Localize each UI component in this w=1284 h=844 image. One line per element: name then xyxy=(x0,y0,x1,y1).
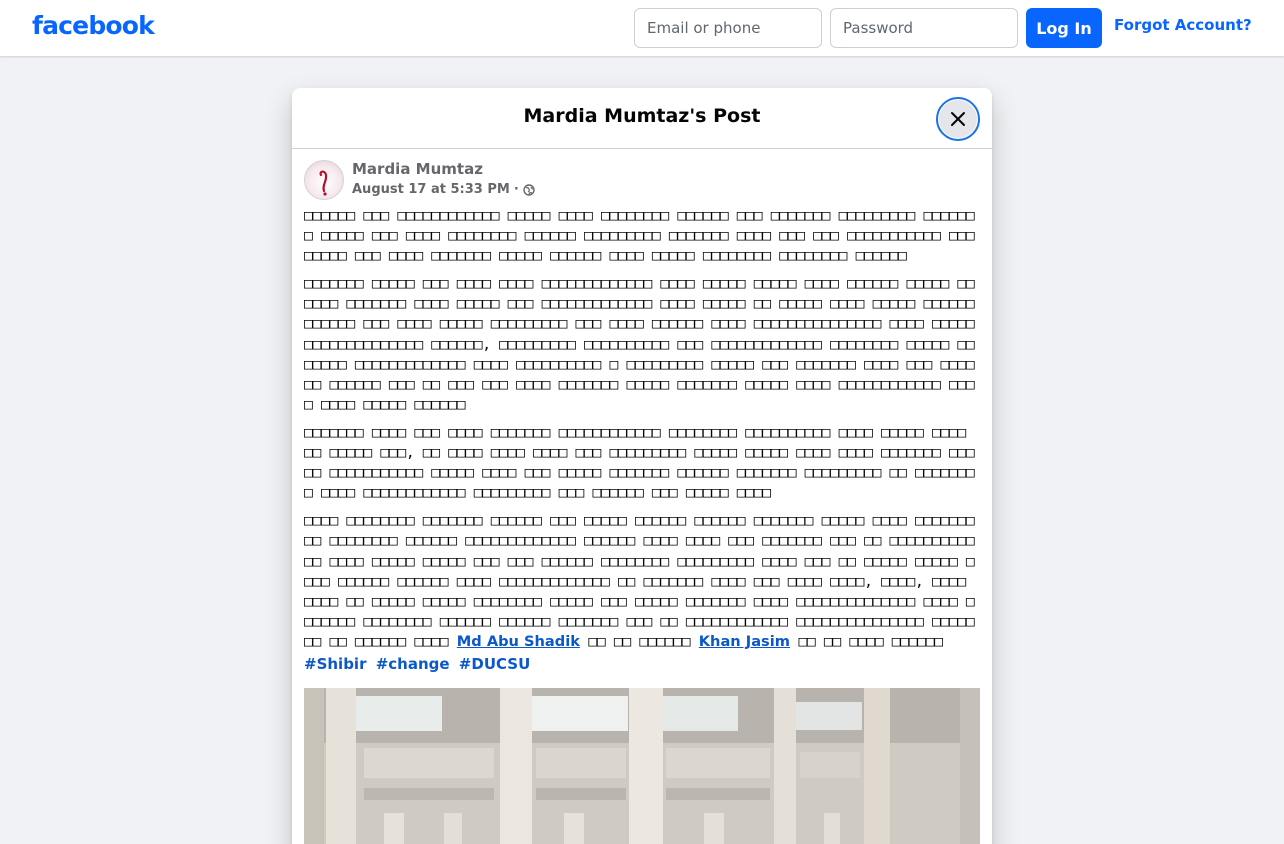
mention-link[interactable]: Md Abu Shadik xyxy=(457,633,580,650)
email-or-phone-input[interactable] xyxy=(634,8,822,48)
close-dialog-button[interactable] xyxy=(936,97,980,141)
post-meta: August 17 at 5:33 PM · xyxy=(352,182,535,197)
dialog-header: Mardia Mumtaz's Post xyxy=(292,88,992,149)
top-navigation-bar: facebook Log In Forgot Account? xyxy=(0,0,1284,56)
meta-separator: · xyxy=(513,182,519,197)
hashtag-link[interactable]: #Shibir xyxy=(304,655,366,673)
mention-link[interactable]: Khan Jasim xyxy=(699,633,790,650)
mention-trailing-text: □□ □□ □□□□ □□□□□□ xyxy=(789,632,943,650)
post-paragraph: □□□□□□ □□□ □□□□□□□□□□□□ □□□□□ □□□□ □□□□□… xyxy=(304,207,975,265)
post-photo[interactable] xyxy=(304,688,980,844)
hashtag-link[interactable]: #DUCSU xyxy=(459,655,530,673)
post-paragraph: □□□□□□□ □□□□□ □□□ □□□□ □□□□ □□□□□□□□□□□□… xyxy=(304,275,975,413)
password-input[interactable] xyxy=(830,8,1018,48)
building-photo xyxy=(304,688,980,844)
post-paragraph: □□□□□□□ □□□□ □□□ □□□□ □□□□□□□ □□□□□□□□□□… xyxy=(304,423,975,502)
hashtag-link[interactable]: #change xyxy=(376,655,450,673)
author-avatar[interactable] xyxy=(304,160,344,200)
post-body: □□□□□□ □□□ □□□□□□□□□□□□ □□□□□ □□□□ □□□□□… xyxy=(304,206,982,660)
post-paragraph-with-mentions: □□□□ □□□□□□□□ □□□□□□□ □□□□□□ □□□ □□□□□ □… xyxy=(304,511,982,652)
post-author-name[interactable]: Mardia Mumtaz xyxy=(352,160,483,178)
post-paragraph-text: □□□□ □□□□□□□□ □□□□□□□ □□□□□□ □□□ □□□□□ □… xyxy=(304,512,975,650)
login-button[interactable]: Log In xyxy=(1026,8,1102,48)
mention-connector-text: □□ □□ □□□□□□ xyxy=(579,632,699,650)
facebook-logo[interactable]: facebook xyxy=(32,11,155,40)
globe-icon xyxy=(523,183,535,196)
forgot-account-link[interactable]: Forgot Account? xyxy=(1114,16,1252,34)
post-timestamp[interactable]: August 17 at 5:33 PM xyxy=(352,182,510,197)
post-dialog: Mardia Mumtaz's Post Mardia Mumtaz Augus… xyxy=(292,88,992,844)
hashtag-list: #Shibir #change #DUCSU xyxy=(304,655,534,673)
close-icon xyxy=(951,112,965,126)
dialog-title: Mardia Mumtaz's Post xyxy=(523,105,761,127)
avatar-image xyxy=(319,170,328,196)
